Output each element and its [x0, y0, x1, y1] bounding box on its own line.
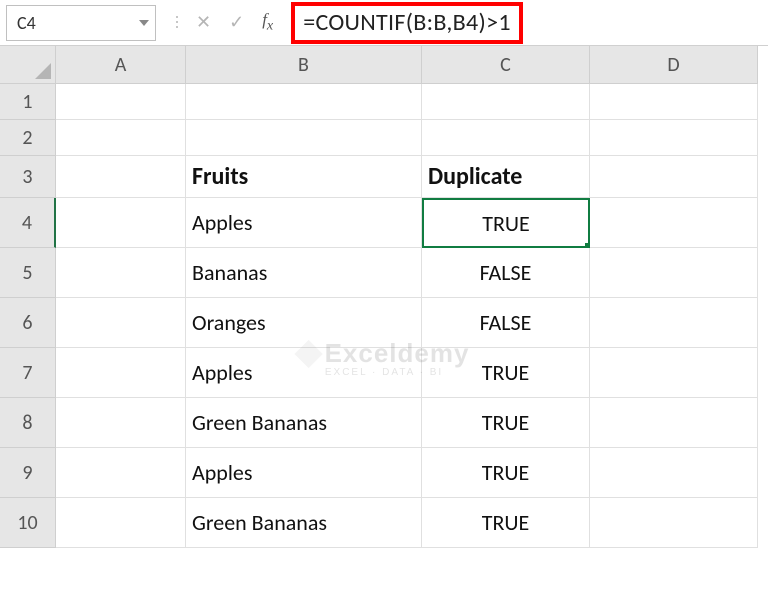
- formula-input[interactable]: =COUNTIF(B:B,B4)>1: [291, 2, 523, 44]
- formula-bar-buttons: ✕ ✓ fx: [176, 10, 273, 34]
- cell-a10[interactable]: [56, 498, 186, 548]
- cell-d4[interactable]: [590, 198, 758, 248]
- cell-c4[interactable]: TRUE: [422, 198, 590, 248]
- cell-c2[interactable]: [422, 120, 590, 156]
- cell-d3[interactable]: [590, 156, 758, 198]
- row-header-7[interactable]: 7: [0, 348, 56, 398]
- row-header-9[interactable]: 9: [0, 448, 56, 498]
- cell-d9[interactable]: [590, 448, 758, 498]
- cell-a7[interactable]: [56, 348, 186, 398]
- cell-b7[interactable]: Apples: [186, 348, 422, 398]
- cell-b4[interactable]: Apples: [186, 198, 422, 248]
- cell-b10[interactable]: Green Bananas: [186, 498, 422, 548]
- cell-c6[interactable]: FALSE: [422, 298, 590, 348]
- cell-c10[interactable]: TRUE: [422, 498, 590, 548]
- cell-a6[interactable]: [56, 298, 186, 348]
- cell-a4[interactable]: [56, 198, 186, 248]
- cell-b3[interactable]: Fruits: [186, 156, 422, 198]
- cell-c4-value: TRUE: [482, 210, 530, 237]
- cell-a3[interactable]: [56, 156, 186, 198]
- cell-c3[interactable]: Duplicate: [422, 156, 590, 198]
- row-header-8[interactable]: 8: [0, 398, 56, 448]
- name-box-value: C4: [17, 12, 36, 34]
- formula-bar: C4 ✕ ✓ fx =COUNTIF(B:B,B4)>1: [0, 0, 768, 46]
- select-all-corner[interactable]: [0, 46, 56, 84]
- row-header-4[interactable]: 4: [0, 198, 56, 248]
- row-header-10[interactable]: 10: [0, 498, 56, 548]
- expand-icon[interactable]: [176, 16, 178, 28]
- row-header-3[interactable]: 3: [0, 156, 56, 198]
- cell-d6[interactable]: [590, 298, 758, 348]
- cell-b6[interactable]: Oranges: [186, 298, 422, 348]
- cell-c5[interactable]: FALSE: [422, 248, 590, 298]
- cell-a2[interactable]: [56, 120, 186, 156]
- row-header-6[interactable]: 6: [0, 298, 56, 348]
- cell-b5[interactable]: Bananas: [186, 248, 422, 298]
- cell-c9[interactable]: TRUE: [422, 448, 590, 498]
- cell-d2[interactable]: [590, 120, 758, 156]
- cell-c8[interactable]: TRUE: [422, 398, 590, 448]
- row-header-1[interactable]: 1: [0, 84, 56, 120]
- cell-d5[interactable]: [590, 248, 758, 298]
- fx-icon[interactable]: fx: [262, 10, 273, 34]
- row-header-2[interactable]: 2: [0, 120, 56, 156]
- fill-handle[interactable]: [584, 242, 590, 248]
- cell-b1[interactable]: [186, 84, 422, 120]
- enter-icon[interactable]: ✓: [229, 11, 244, 33]
- cell-a9[interactable]: [56, 448, 186, 498]
- column-header-a[interactable]: A: [56, 46, 186, 84]
- row-headers: 1 2 3 4 5 6 7 8 9 10: [0, 84, 56, 548]
- cell-d8[interactable]: [590, 398, 758, 448]
- cell-d10[interactable]: [590, 498, 758, 548]
- cell-a5[interactable]: [56, 248, 186, 298]
- cell-b2[interactable]: [186, 120, 422, 156]
- cell-b8[interactable]: Green Bananas: [186, 398, 422, 448]
- cell-d7[interactable]: [590, 348, 758, 398]
- row-header-5[interactable]: 5: [0, 248, 56, 298]
- column-header-c[interactable]: C: [422, 46, 590, 84]
- cell-c1[interactable]: [422, 84, 590, 120]
- chevron-down-icon[interactable]: [139, 20, 149, 26]
- column-headers: A B C D: [56, 46, 758, 84]
- cell-a8[interactable]: [56, 398, 186, 448]
- cell-d1[interactable]: [590, 84, 758, 120]
- name-box[interactable]: C4: [6, 5, 156, 41]
- cell-b9[interactable]: Apples: [186, 448, 422, 498]
- column-header-b[interactable]: B: [186, 46, 422, 84]
- formula-text: =COUNTIF(B:B,B4)>1: [303, 8, 511, 37]
- cell-a1[interactable]: [56, 84, 186, 120]
- cancel-icon[interactable]: ✕: [196, 11, 211, 33]
- column-header-d[interactable]: D: [590, 46, 758, 84]
- cells: Fruits Duplicate Apples TRUE Bananas FAL…: [56, 84, 758, 548]
- cell-c7[interactable]: TRUE: [422, 348, 590, 398]
